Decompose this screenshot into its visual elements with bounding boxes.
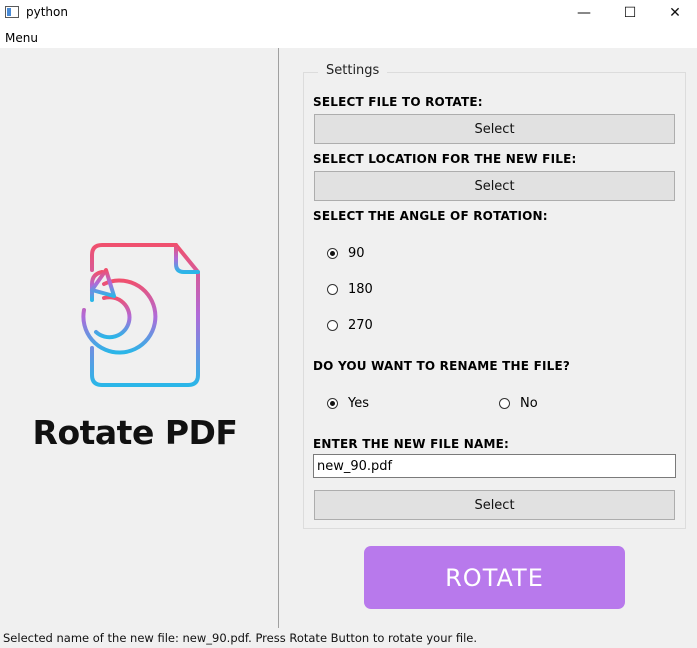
- new-name-label: ENTER THE NEW FILE NAME:: [313, 437, 510, 451]
- close-button[interactable]: ✕: [653, 0, 697, 26]
- angle-option-label: 180: [348, 282, 373, 297]
- radio-button[interactable]: [499, 398, 510, 409]
- select-location-label: SELECT LOCATION FOR THE NEW FILE:: [313, 152, 577, 166]
- maximize-button[interactable]: ☐: [607, 0, 653, 26]
- new-file-name-input[interactable]: [313, 454, 676, 478]
- angle-option-label: 270: [348, 318, 373, 333]
- radio-button[interactable]: [327, 320, 338, 331]
- rename-option-no[interactable]: No: [499, 396, 538, 411]
- confirm-name-button[interactable]: Select: [314, 490, 675, 520]
- minimize-button-area[interactable]: —: [561, 0, 607, 26]
- rotate-button[interactable]: ROTATE: [364, 546, 625, 609]
- angle-option-270[interactable]: 270: [327, 318, 373, 333]
- select-file-label: SELECT FILE TO ROTATE:: [313, 95, 483, 109]
- logo-title: Rotate PDF: [32, 413, 238, 452]
- angle-label: SELECT THE ANGLE OF ROTATION:: [313, 209, 548, 223]
- menu-item-menu[interactable]: Menu: [5, 31, 38, 45]
- minimize-icon: —: [577, 5, 591, 21]
- status-message: Selected name of the new file: new_90.pd…: [3, 631, 478, 645]
- angle-option-180[interactable]: 180: [327, 282, 373, 297]
- select-location-button[interactable]: Select: [314, 171, 675, 201]
- close-icon: ✕: [669, 5, 681, 21]
- rename-option-yes[interactable]: Yes: [327, 396, 369, 411]
- settings-group-title: Settings: [318, 63, 388, 78]
- radio-button[interactable]: [327, 248, 338, 259]
- radio-button[interactable]: [327, 398, 338, 409]
- rename-option-label: No: [520, 396, 538, 411]
- maximize-icon: ☐: [623, 5, 637, 21]
- angle-option-label: 90: [348, 246, 365, 261]
- panel-divider: [278, 48, 279, 628]
- logo-panel: Rotate PDF: [0, 48, 278, 628]
- rotate-pdf-logo-icon: [81, 243, 200, 387]
- angle-option-90[interactable]: 90: [327, 246, 365, 261]
- window-title: python: [26, 5, 68, 19]
- rename-option-label: Yes: [348, 396, 369, 411]
- menu-bar: Menu: [0, 26, 697, 48]
- python-app-icon: [5, 6, 19, 18]
- rename-label: DO YOU WANT TO RENAME THE FILE?: [313, 359, 571, 373]
- radio-button[interactable]: [327, 284, 338, 295]
- select-file-button[interactable]: Select: [314, 114, 675, 144]
